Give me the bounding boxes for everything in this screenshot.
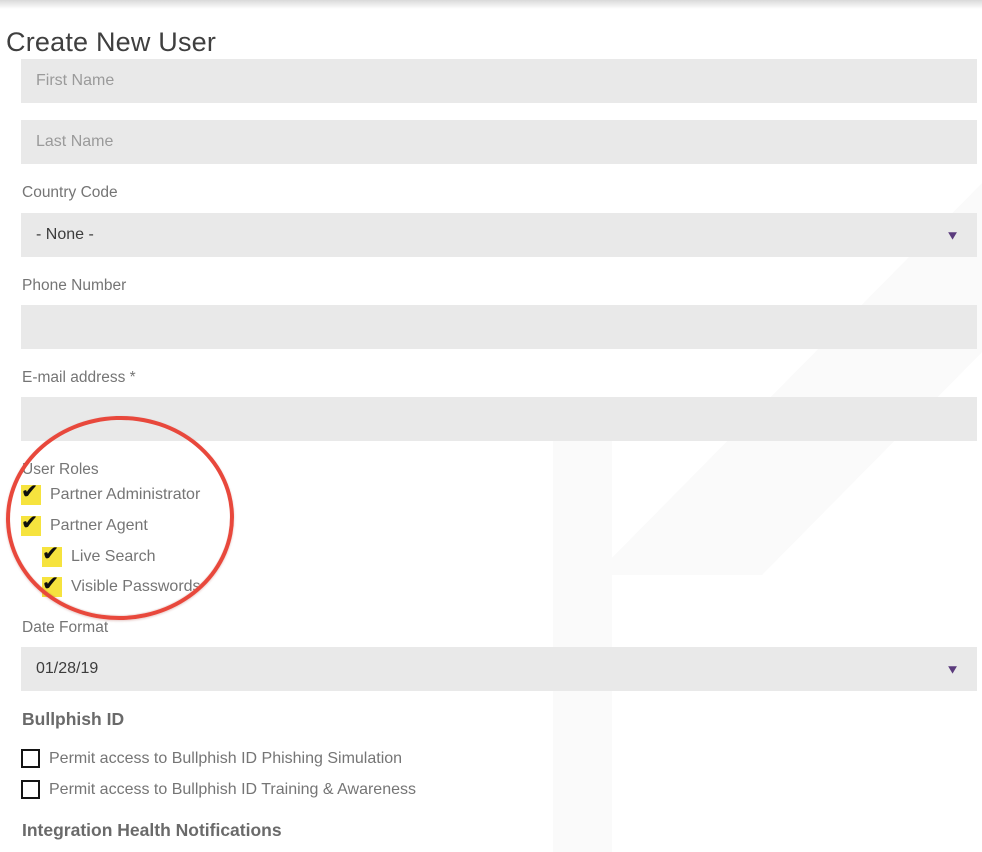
checkbox-label: Permit access to Bullphish ID Phishing S… xyxy=(49,750,402,768)
checkbox-row-partner-administrator[interactable]: ✔ Partner Administrator xyxy=(21,484,200,505)
checkmark-icon: ✔ xyxy=(42,573,59,595)
email-label: E-mail address * xyxy=(22,369,136,387)
checkbox-row-training-awareness[interactable]: Permit access to Bullphish ID Training &… xyxy=(21,779,416,800)
checkbox-partner-agent[interactable]: ✔ xyxy=(21,516,41,536)
checkbox-row-partner-agent[interactable]: ✔ Partner Agent xyxy=(21,515,148,536)
date-format-value: 01/28/19 xyxy=(36,660,945,678)
country-code-label: Country Code xyxy=(22,184,118,202)
checkbox-phishing-simulation[interactable] xyxy=(21,749,40,768)
top-toolbar-shadow xyxy=(0,0,982,9)
checkbox-row-visible-passwords[interactable]: ✔ Visible Passwords xyxy=(42,576,201,597)
email-input[interactable] xyxy=(21,397,977,441)
checkmark-icon: ✔ xyxy=(21,481,38,503)
create-new-user-form: Create New User Country Code - None - ▼ … xyxy=(0,0,982,852)
chevron-down-icon: ▼ xyxy=(945,663,960,676)
user-roles-label: User Roles xyxy=(22,461,99,479)
integration-health-notifications-heading: Integration Health Notifications xyxy=(22,820,282,841)
country-code-value: - None - xyxy=(36,226,945,244)
checkbox-label: Permit access to Bullphish ID Training &… xyxy=(49,781,416,799)
phone-number-label: Phone Number xyxy=(22,277,126,295)
checkbox-visible-passwords[interactable]: ✔ xyxy=(42,577,62,597)
checkmark-icon: ✔ xyxy=(42,543,59,565)
date-format-select[interactable]: 01/28/19 ▼ xyxy=(21,647,977,691)
checkbox-row-phishing-simulation[interactable]: Permit access to Bullphish ID Phishing S… xyxy=(21,748,402,769)
last-name-input[interactable] xyxy=(21,120,977,164)
checkbox-label: Visible Passwords xyxy=(71,578,201,596)
checkbox-label: Partner Agent xyxy=(50,517,148,535)
checkbox-row-live-search[interactable]: ✔ Live Search xyxy=(42,546,156,567)
page-title: Create New User xyxy=(6,27,216,58)
phone-number-input[interactable] xyxy=(21,305,977,349)
checkbox-label: Partner Administrator xyxy=(50,486,200,504)
checkbox-training-awareness[interactable] xyxy=(21,780,40,799)
first-name-input[interactable] xyxy=(21,59,977,103)
chevron-down-icon: ▼ xyxy=(945,229,960,242)
checkmark-icon: ✔ xyxy=(21,512,38,534)
country-code-select[interactable]: - None - ▼ xyxy=(21,213,977,257)
checkbox-live-search[interactable]: ✔ xyxy=(42,547,62,567)
date-format-label: Date Format xyxy=(22,619,108,637)
bullphish-id-heading: Bullphish ID xyxy=(22,709,124,730)
checkbox-partner-administrator[interactable]: ✔ xyxy=(21,485,41,505)
checkbox-label: Live Search xyxy=(71,548,156,566)
